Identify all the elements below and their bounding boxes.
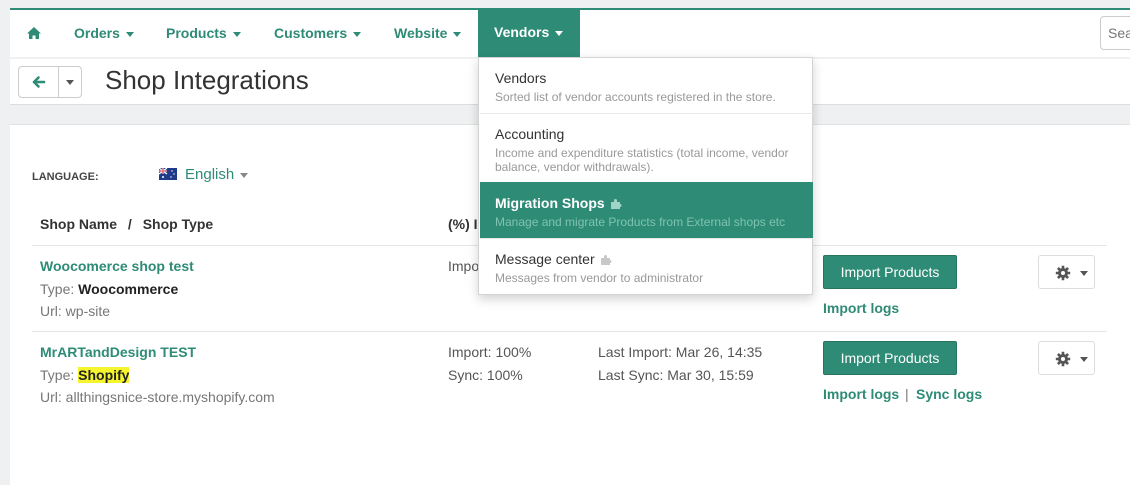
- nav-vendors-label: Vendors: [494, 24, 550, 40]
- type-value: Woocommerce: [78, 281, 179, 297]
- shop-type: Type: Shopify: [40, 367, 130, 383]
- menu-item-description: Manage and migrate Products from Externa…: [495, 215, 786, 229]
- arrow-left-icon: [32, 76, 46, 88]
- nav-website[interactable]: Website: [394, 10, 462, 57]
- nav-customers[interactable]: Customers: [274, 10, 362, 57]
- menu-item-accounting[interactable]: Accounting Income and expenditure statis…: [480, 114, 813, 181]
- type-label: Type:: [40, 367, 75, 383]
- nav-products-label: Products: [166, 25, 227, 41]
- chevron-down-icon: [555, 30, 564, 36]
- chevron-down-icon: [66, 79, 74, 85]
- gear-icon: [1055, 265, 1071, 281]
- menu-item-description: Messages from vendor to administrator: [495, 271, 704, 285]
- top-navbar: Orders Products Customers Website Vendor…: [10, 8, 1130, 57]
- shop-name-link[interactable]: MrARTandDesign TEST: [40, 344, 196, 360]
- sync-logs-link[interactable]: Sync logs: [916, 386, 982, 402]
- shop-type-header: Shop Type: [142, 216, 214, 232]
- url-label: Url:: [40, 389, 62, 405]
- chevron-down-icon: [353, 31, 362, 37]
- shop-type: Type: Woocommerce: [40, 281, 178, 297]
- puzzle-piece-icon: [600, 255, 612, 266]
- menu-item-title-text: Migration Shops: [495, 195, 605, 211]
- menu-item-title: Message center: [495, 251, 614, 267]
- menu-item-title-text: Message center: [495, 251, 595, 267]
- url-value: wp-site: [65, 303, 111, 319]
- sync-status: Sync: 100%: [448, 367, 523, 383]
- import-logs-link[interactable]: Import logs: [823, 300, 899, 316]
- shop-url: Url: wp-site: [40, 303, 110, 319]
- link-separator: |: [905, 386, 909, 402]
- menu-item-vendors[interactable]: Vendors Sorted list of vendor accounts r…: [480, 58, 813, 113]
- chevron-down-icon: [125, 31, 134, 37]
- header-separator: /: [127, 216, 132, 232]
- nav-vendors[interactable]: Vendors: [478, 8, 580, 57]
- chevron-down-icon: [453, 31, 462, 37]
- puzzle-piece-icon: [610, 199, 622, 210]
- page-title: Shop Integrations: [105, 65, 309, 95]
- import-status: Impo: [448, 258, 480, 274]
- menu-item-title: Migration Shops: [495, 195, 624, 211]
- url-label: Url:: [40, 303, 62, 319]
- nav-website-label: Website: [394, 25, 448, 41]
- divider: [32, 331, 1107, 332]
- chevron-down-icon: [1080, 271, 1088, 276]
- type-value: Shopify: [78, 367, 130, 383]
- back-button[interactable]: [19, 67, 59, 97]
- import-products-button[interactable]: Import Products: [823, 341, 957, 375]
- column-header-percent: (%) I: [448, 216, 478, 232]
- nav-orders[interactable]: Orders: [74, 10, 134, 57]
- australia-flag-icon: [159, 168, 177, 180]
- nav-customers-label: Customers: [274, 25, 348, 41]
- language-value: English: [185, 166, 235, 183]
- import-status: Import: 100%: [448, 344, 532, 360]
- home-icon[interactable]: [26, 23, 42, 43]
- chevron-down-icon: [240, 172, 249, 178]
- column-header-shop: Shop Name / Shop Type: [40, 216, 213, 232]
- type-label: Type:: [40, 281, 75, 297]
- shop-url: Url: allthingsnice-store.myshopify.com: [40, 389, 275, 405]
- back-button-group: [18, 66, 82, 98]
- last-import: Last Import: Mar 26, 14:35: [598, 344, 763, 360]
- menu-item-title: Accounting: [495, 126, 565, 142]
- language-label: LANGUAGE:: [32, 171, 99, 183]
- import-logs-link[interactable]: Import logs: [823, 386, 899, 402]
- menu-item-message-center[interactable]: Message center Messages from vendor to a…: [480, 239, 813, 295]
- shop-name-header: Shop Name: [40, 216, 118, 232]
- nav-products[interactable]: Products: [166, 10, 241, 57]
- back-history-dropdown[interactable]: [59, 67, 81, 97]
- chevron-down-icon: [232, 31, 241, 37]
- row-settings-button[interactable]: [1038, 255, 1095, 289]
- gear-icon: [1055, 351, 1071, 367]
- chevron-down-icon: [1080, 357, 1088, 362]
- vendors-dropdown-menu: Vendors Sorted list of vendor accounts r…: [478, 57, 813, 295]
- menu-item-description: Income and expenditure statistics (total…: [495, 146, 789, 174]
- import-products-button[interactable]: Import Products: [823, 255, 957, 289]
- search-input[interactable]: [1100, 16, 1130, 50]
- url-value: allthingsnice-store.myshopify.com: [65, 389, 275, 405]
- menu-item-description: Sorted list of vendor accounts registere…: [495, 90, 776, 104]
- shop-name-link[interactable]: Woocomerce shop test: [40, 258, 194, 274]
- menu-item-title: Vendors: [495, 70, 547, 86]
- menu-item-migration-shops[interactable]: Migration Shops Manage and migrate Produ…: [480, 182, 813, 238]
- nav-orders-label: Orders: [74, 25, 120, 41]
- last-sync: Last Sync: Mar 30, 15:59: [598, 367, 754, 383]
- row-settings-button[interactable]: [1038, 341, 1095, 375]
- language-select[interactable]: English: [185, 166, 249, 183]
